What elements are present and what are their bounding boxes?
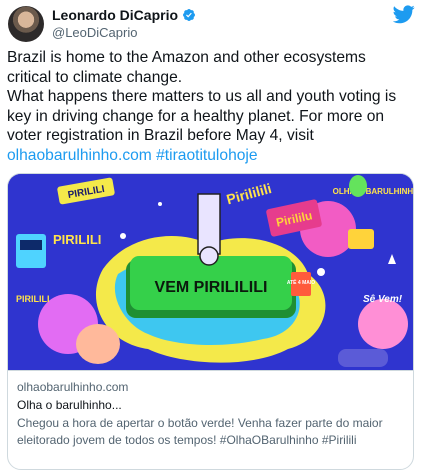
- tweet-hashtag[interactable]: #tiraotitulohoje: [156, 147, 257, 164]
- tweet-link[interactable]: olhaobarulhinho.com: [7, 147, 152, 164]
- tweet-text: Brazil is home to the Amazon and other e…: [7, 48, 419, 165]
- tweet-line: What happens there matters to us all and…: [7, 88, 397, 105]
- pirilili-small-text: PIRILILI: [16, 294, 50, 304]
- avatar[interactable]: [8, 6, 44, 42]
- verified-badge-icon: [183, 9, 195, 21]
- ate-4-maio-text: ATÉ 4 MAIO: [287, 278, 315, 286]
- tweet-link-line: olhaobarulhinho.com #tiraotitulohoje: [7, 146, 419, 166]
- pirilili-left-text: PIRILILI: [53, 232, 101, 247]
- tweet-line: voter registration in Brazil before May …: [7, 127, 314, 144]
- twitter-bird-icon[interactable]: [393, 5, 415, 24]
- tweet-line: Brazil is home to the Amazon and other e…: [7, 49, 366, 66]
- link-preview-card[interactable]: VEM PIRILILILI PIRILILI PIRILILI Pirilil…: [7, 173, 414, 470]
- card-description-line: Chegou a hora de apertar o botão verde! …: [17, 416, 383, 430]
- card-image[interactable]: VEM PIRILILILI PIRILILI PIRILILI Pirilil…: [8, 174, 413, 370]
- card-description: Chegou a hora de apertar o botão verde! …: [17, 415, 404, 449]
- olha-text: OLHA O BARULHINHO: [333, 187, 413, 196]
- card-title: Olha o barulhinho...: [17, 398, 122, 412]
- author-row: Leonardo DiCaprio: [52, 7, 196, 23]
- tweet-line: key in driving change for a healthy plan…: [7, 107, 385, 125]
- card-info[interactable]: olhaobarulhinho.com Olha o barulhinho...…: [8, 370, 413, 469]
- card-description-line: eleitorado jovem de todos os tempos! #Ol…: [17, 433, 357, 447]
- tweet-line: critical to climate change.: [7, 68, 183, 86]
- card-domain: olhaobarulhinho.com: [17, 380, 129, 394]
- tweet: Leonardo DiCaprio @LeoDiCaprio Brazil is…: [0, 0, 423, 474]
- author-handle[interactable]: @LeoDiCaprio: [52, 25, 137, 40]
- se-vem-text: Sê Vem!: [363, 294, 403, 305]
- author-name[interactable]: Leonardo DiCaprio: [52, 7, 178, 23]
- main-button-label: VEM PIRILILILI: [155, 279, 268, 296]
